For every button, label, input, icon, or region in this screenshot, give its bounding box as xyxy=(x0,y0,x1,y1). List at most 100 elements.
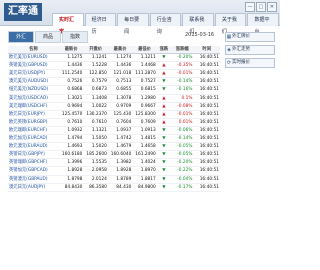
nav-tab-daily-news[interactable]: 每日要闻 xyxy=(117,13,149,35)
currency-pair-name[interactable]: 美元加元(USDCAD) xyxy=(8,94,59,103)
last-price: 84.8430 xyxy=(58,183,84,192)
currency-pair-name[interactable]: 欧元美元(EURUSD) xyxy=(8,53,59,63)
currency-pair-name[interactable]: 美元瑞郎(USDCHF) xyxy=(8,102,59,111)
currency-pair-name[interactable]: 英镑美元(GBPUSD) xyxy=(8,61,59,71)
currency-pair-name[interactable]: 英镑日元(GBPJPY) xyxy=(8,150,59,160)
currency-pair-name[interactable]: 美元日元(USDJPY) xyxy=(8,69,59,79)
currency-pair-name[interactable]: 欧元加元(EURCAD) xyxy=(8,134,59,144)
low-price: 0.9667 xyxy=(132,102,157,111)
change-percent: -0.16% xyxy=(171,85,194,95)
last-price: 0.7526 xyxy=(58,77,84,87)
nav-tab-industry-news[interactable]: 行业咨询 xyxy=(149,13,182,35)
column-header[interactable]: 时间 xyxy=(193,46,220,55)
open-price: 2.0958 xyxy=(83,166,108,176)
table-row[interactable]: 美元加元(USDCAD) 1.3021 1.3408 1.3078 1.2980 ▲ 0.1… xyxy=(8,94,220,103)
change-percent: -0.17% xyxy=(171,183,194,192)
low-price: 0.7527 xyxy=(132,77,157,87)
currency-pair-name[interactable]: 澳元美元(AUDUSD) xyxy=(8,77,59,87)
currency-pair-name[interactable]: 纽元美元(NZDUSD) xyxy=(8,85,59,95)
change-percent: -0.14% xyxy=(171,134,194,144)
currency-pair-name[interactable]: 欧元英镑(EURGBP) xyxy=(8,118,59,127)
nav-tab-contact-us[interactable]: 联系我们 xyxy=(182,13,214,35)
currency-pair-name[interactable]: 英镑加元(GBPCAD) xyxy=(8,166,59,176)
table-row[interactable]: 英镑日元(GBPJPY) 160.6180 185.2600 160.6040 161.… xyxy=(8,150,220,160)
currency-pair-name[interactable]: 欧元瑞郎(EURCHF) xyxy=(8,126,59,136)
forex-trend-button[interactable]: ◈ 外汇走势 xyxy=(225,45,275,55)
change-arrow-icon: ▼ xyxy=(156,150,172,160)
close-button[interactable]: ✕ xyxy=(267,2,277,12)
change-arrow-icon: ▼ xyxy=(156,175,172,184)
change-arrow-icon: ▼ xyxy=(156,85,172,95)
change-arrow-icon: ▲ xyxy=(156,94,172,103)
column-header[interactable]: 开盘价 xyxy=(83,46,108,55)
realtime-quote-button[interactable]: ⟳ 实时报价 xyxy=(225,58,275,68)
subtab-forex[interactable]: 外汇 xyxy=(8,31,35,43)
column-header[interactable]: 名称 xyxy=(8,46,59,55)
table-row[interactable]: 澳元日元(AUDJPY) 84.8430 86.3580 84.430 84.9800 ▼… xyxy=(8,183,220,192)
high-price: 0.6855 xyxy=(107,85,133,95)
quote-time: 16:40:51 xyxy=(193,166,220,176)
nav-tab-realtime-rates[interactable]: 实时汇率 xyxy=(52,13,84,35)
currency-pair-name[interactable]: 英镑澳元(GBPAUD) xyxy=(8,175,59,184)
currency-pair-name[interactable]: 欧元日元(EURJPY) xyxy=(8,110,59,119)
high-price: 1.4679 xyxy=(107,142,133,152)
change-arrow-icon: ▲ xyxy=(156,69,172,79)
low-price: 84.9800 xyxy=(132,183,157,192)
table-row[interactable]: 欧元加元(EURCAD) 1.4794 1.5050 1.4742 1.4815 ▼ -0.… xyxy=(8,134,220,144)
title-bar: 汇率通 实时汇率 经济日历 每日要闻 行业咨询 联系我们 关于我们 数据平台 —… xyxy=(0,0,280,35)
table-row[interactable]: 美元日元(USDJPY) 111.2540 122.850 121.018 111.28… xyxy=(8,69,220,79)
table-row[interactable]: 欧元澳元(EURAUD) 1.4693 1.5020 1.4679 1.4658 ▼ -0.… xyxy=(8,142,220,152)
high-price: 121.018 xyxy=(107,69,133,79)
table-row[interactable]: 欧元美元(EURUSD) 1.1275 1.1241 1.1274 1.1211 ▼ -0.… xyxy=(8,53,220,63)
quote-time: 16:40:51 xyxy=(193,85,220,95)
high-price: 84.430 xyxy=(107,183,133,192)
change-percent: -0.06% xyxy=(171,126,194,136)
open-price: 1.0022 xyxy=(83,102,108,111)
table-row[interactable]: 澳元美元(AUDUSD) 0.7526 0.7579 0.7513 0.7527 ▼ -0.… xyxy=(8,77,220,87)
quote-time: 16:40:51 xyxy=(193,69,220,79)
quote-time: 16:40:51 xyxy=(193,126,220,136)
column-header[interactable]: 最高价 xyxy=(107,46,133,55)
table-row[interactable]: 欧元瑞郎(EURCHF) 1.0932 1.1321 1.0937 1.0913 ▼ -0.… xyxy=(8,126,220,136)
open-price: 1.5228 xyxy=(83,61,108,71)
currency-pair-name[interactable]: 澳元日元(AUDJPY) xyxy=(8,183,59,192)
quote-time: 16:40:51 xyxy=(193,175,220,184)
table-row[interactable]: 英镑加元(GBPCAD) 1.8928 2.0958 1.8928 1.8970 ▼ -0.… xyxy=(8,166,220,176)
quote-time: 16:40:51 xyxy=(193,53,220,63)
quote-time: 16:40:51 xyxy=(193,118,220,127)
last-price: 125.4570 xyxy=(58,110,84,119)
high-price: 1.1274 xyxy=(107,53,133,63)
open-price: 1.5020 xyxy=(83,142,108,152)
table-row[interactable]: 纽元美元(NZDUSD) 0.6868 0.6873 0.6855 0.6815 ▼ -0.… xyxy=(8,85,220,95)
maximize-button[interactable]: □ xyxy=(256,2,266,12)
column-header[interactable]: 涨跌幅 xyxy=(171,46,194,55)
table-row[interactable]: 欧元日元(EURJPY) 125.4570 130.2370 125.430 125.8… xyxy=(8,110,220,119)
table-row[interactable]: 英镑澳元(GBPAUD) 1.8798 2.0124 1.8789 1.8817 ▼ -0.… xyxy=(8,175,220,184)
nav-tab-about-us[interactable]: 关于我们 xyxy=(214,13,247,35)
column-header[interactable]: 最新价 xyxy=(58,46,84,55)
change-arrow-icon: ▼ xyxy=(156,134,172,144)
column-header[interactable]: 涨跌 xyxy=(156,46,172,55)
currency-pair-name[interactable]: 英镑瑞郎(GBPCHF) xyxy=(8,158,59,168)
nav-tab-economic-calendar[interactable]: 经济日历 xyxy=(84,13,117,35)
currency-pair-name[interactable]: 欧元澳元(EURAUD) xyxy=(8,142,59,152)
minimize-button[interactable]: — xyxy=(245,2,255,12)
change-arrow-icon: ▲ xyxy=(156,102,172,111)
open-price: 86.3580 xyxy=(83,183,108,192)
nav-tab-data-platform[interactable]: 数据平台 xyxy=(247,13,280,35)
change-arrow-icon: ▼ xyxy=(156,126,172,136)
column-header[interactable]: 最低价 xyxy=(132,46,157,55)
table-row[interactable]: 英镑瑞郎(GBPCHF) 1.3996 1.5535 1.3982 1.4024 ▼ -0.… xyxy=(8,158,220,168)
low-price: 111.2870 xyxy=(132,69,157,79)
subtab-commodities[interactable]: 商品 xyxy=(35,31,62,43)
quote-time: 16:40:51 xyxy=(193,94,220,103)
quote-date: 2015-03-16 xyxy=(185,32,215,38)
table-row[interactable]: 英镑美元(GBPUSD) 1.4436 1.5228 1.4436 1.4468 ▲ -0.… xyxy=(8,61,220,71)
high-price: 0.9709 xyxy=(107,102,133,111)
forex-quotes-button[interactable]: ▦ 外汇牌价 xyxy=(225,32,275,42)
table-row[interactable]: 欧元英镑(EURGBP) 0.7610 0.7610 0.7604 0.7609 ▲ 0.0… xyxy=(8,118,220,127)
table-row[interactable]: 美元瑞郎(USDCHF) 0.9694 1.0022 0.9709 0.9667 ▲ -0.… xyxy=(8,102,220,111)
change-arrow-icon: ▼ xyxy=(156,166,172,176)
subtab-indices[interactable]: 指数 xyxy=(62,31,89,43)
low-price: 1.0913 xyxy=(132,126,157,136)
